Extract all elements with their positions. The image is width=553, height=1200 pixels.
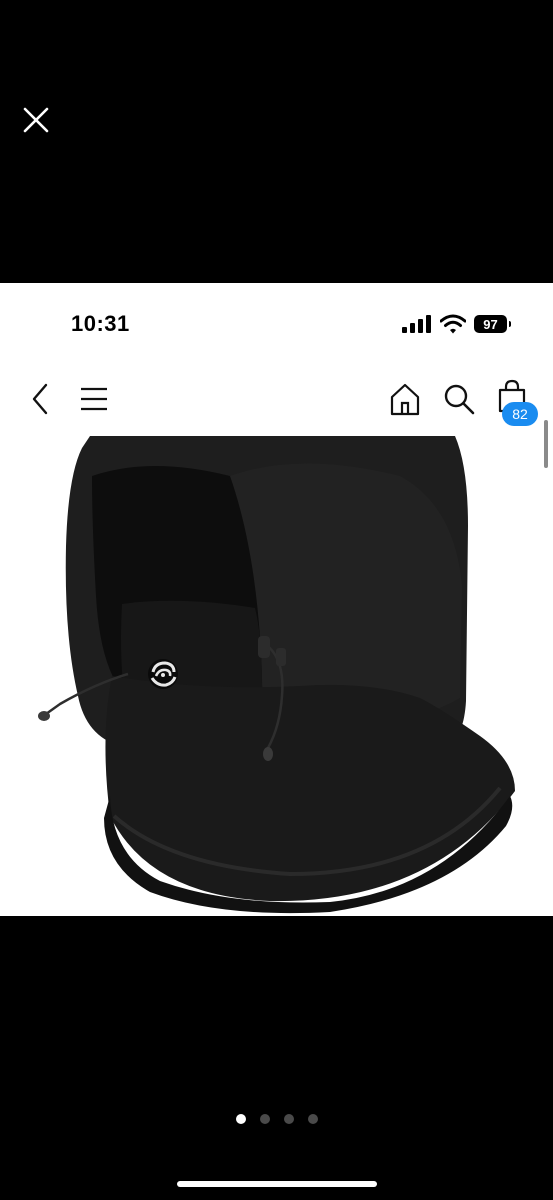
home-indicator[interactable] xyxy=(177,1181,377,1187)
menu-button[interactable] xyxy=(79,385,109,418)
close-icon xyxy=(23,107,49,133)
status-bar: 10:31 97 xyxy=(0,283,553,363)
cart-count-badge: 82 xyxy=(502,402,538,426)
pager-dot-2[interactable] xyxy=(259,1114,270,1124)
embedded-screenshot: 10:31 97 82 xyxy=(0,283,553,916)
chevron-left-icon xyxy=(32,383,48,415)
status-time: 10:31 xyxy=(71,311,130,336)
close-button[interactable] xyxy=(18,102,54,138)
cellular-signal-icon xyxy=(402,315,431,333)
status-icons: 97 xyxy=(402,313,511,335)
pager-dot-4[interactable] xyxy=(307,1114,318,1124)
pager-dot-3[interactable] xyxy=(283,1114,294,1124)
nav-bar xyxy=(0,373,553,433)
wifi-icon xyxy=(440,314,466,334)
product-image[interactable] xyxy=(0,436,553,916)
scrollbar[interactable] xyxy=(544,420,548,468)
battery-level: 97 xyxy=(483,316,498,332)
battery-icon: 97 xyxy=(474,315,511,333)
image-pager xyxy=(0,1114,553,1124)
image-viewer: 10:31 97 82 xyxy=(0,0,553,1200)
back-button[interactable] xyxy=(26,381,54,422)
home-button[interactable] xyxy=(389,382,421,421)
home-icon xyxy=(390,383,420,416)
search-icon xyxy=(444,384,475,415)
pager-dot-1[interactable] xyxy=(235,1114,246,1124)
balaclava-hood-image xyxy=(38,436,516,914)
hamburger-menu-icon xyxy=(81,387,107,411)
search-button[interactable] xyxy=(442,382,476,421)
